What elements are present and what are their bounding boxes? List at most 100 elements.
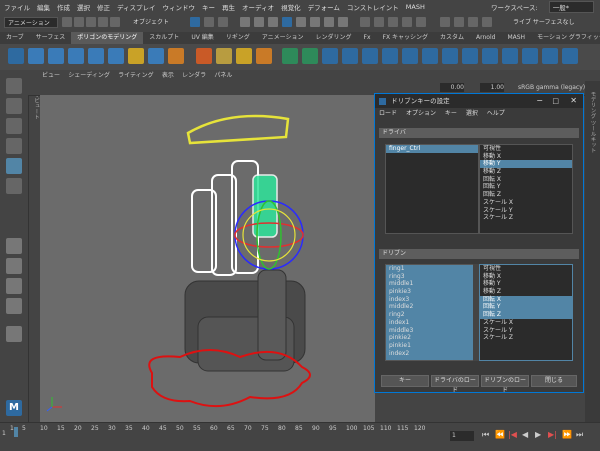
select-handles-icon[interactable]: [240, 17, 250, 27]
rotate-tool-icon[interactable]: [6, 158, 22, 174]
snap-plane-icon[interactable]: [402, 17, 412, 27]
poly-plane-icon[interactable]: [108, 48, 124, 64]
driven-object-item[interactable]: middle2: [386, 303, 478, 311]
live-surface-label[interactable]: ライブ サーフェスなし: [510, 17, 596, 28]
driven-object-item[interactable]: pinkie3: [386, 288, 478, 296]
shelf-tab-rigging[interactable]: リギング: [220, 32, 256, 44]
combine-icon[interactable]: [282, 48, 298, 64]
driven-object-item[interactable]: pinkie2: [386, 334, 478, 342]
driven-attr-item[interactable]: 回転 Z: [480, 311, 572, 319]
four-view-icon[interactable]: [6, 258, 22, 274]
save-scene-icon[interactable]: [86, 17, 96, 27]
driver-attr-item[interactable]: 回転 Y: [480, 183, 572, 191]
driven-object-item[interactable]: pinkie1: [386, 342, 478, 350]
shelf-tab-poly-modeling[interactable]: ポリゴンのモデリング: [71, 32, 144, 44]
driver-object-list[interactable]: finger_Ctrl: [385, 144, 479, 234]
select-surfaces-icon[interactable]: [282, 17, 292, 27]
go-to-start-icon[interactable]: ⏮: [482, 430, 489, 440]
select-misc-icon[interactable]: [338, 17, 348, 27]
time-slider[interactable]: 1 5 10 15 20 25 30 35 40 45 50 55 60 65 …: [0, 422, 600, 451]
snap-curve-icon[interactable]: [374, 17, 384, 27]
slide-edge-icon[interactable]: [542, 48, 558, 64]
persp-outliner-icon[interactable]: [6, 278, 22, 294]
new-scene-icon[interactable]: [62, 17, 72, 27]
load-driver-button[interactable]: ドライバのロード: [431, 375, 479, 394]
menu-file[interactable]: ファイル: [4, 2, 30, 12]
shelf-tab-arnold[interactable]: Arnold: [470, 32, 501, 44]
driven-object-item[interactable]: middle3: [386, 327, 478, 335]
finger-ctrl-curve[interactable]: [186, 114, 290, 145]
smooth-icon[interactable]: [322, 48, 338, 64]
driver-object-item[interactable]: finger_Ctrl: [386, 145, 478, 153]
workspace-select[interactable]: 一般*: [548, 1, 594, 13]
type-icon[interactable]: [216, 48, 232, 64]
poly-cone-icon[interactable]: [68, 48, 84, 64]
poly-cylinder-icon[interactable]: [48, 48, 64, 64]
driver-attr-item[interactable]: 可視性: [480, 145, 572, 153]
driven-attr-item[interactable]: 移動 Z: [480, 288, 572, 296]
select-deformations-icon[interactable]: [296, 17, 306, 27]
step-back-icon[interactable]: ⏪: [495, 430, 505, 439]
shelf-tab-motion-graphics[interactable]: モーション グラフィックス: [531, 32, 600, 44]
poly-sphere-icon[interactable]: [8, 48, 24, 64]
minimize-icon[interactable]: −: [536, 94, 543, 108]
driver-attr-item[interactable]: スケール Y: [480, 207, 572, 215]
redo-icon[interactable]: [110, 17, 120, 27]
shelf-tab-surfaces[interactable]: サーフェス: [30, 32, 72, 44]
shelf-tab-uv-editing[interactable]: UV 編集: [185, 32, 219, 44]
quad-draw-icon[interactable]: [522, 48, 538, 64]
persp-graph-icon[interactable]: [6, 298, 22, 314]
vp-menu-lighting[interactable]: ライティング: [118, 72, 154, 79]
menu-mash[interactable]: MASH: [406, 3, 425, 11]
shelf-tab-curves[interactable]: カーブ: [0, 32, 30, 44]
menu-create[interactable]: 作成: [57, 2, 70, 12]
vp-menu-show[interactable]: 表示: [162, 72, 174, 79]
menu-window[interactable]: ウィンドウ: [163, 2, 196, 12]
driven-object-item[interactable]: ring3: [386, 273, 478, 281]
menu-deform[interactable]: デフォーム: [308, 2, 340, 12]
driven-attr-item[interactable]: スケール X: [480, 319, 572, 327]
driven-object-item[interactable]: middle1: [386, 280, 478, 288]
vp-menu-panels[interactable]: パネル: [214, 72, 232, 79]
snap-point-icon[interactable]: [388, 17, 398, 27]
driver-attr-list[interactable]: 可視性 移動 X 移動 Y 移動 Z 回転 X 回転 Y 回転 Z スケール X…: [479, 144, 573, 234]
driver-attr-item[interactable]: スケール Z: [480, 214, 572, 222]
bevel-icon[interactable]: [422, 48, 438, 64]
render-icon[interactable]: [454, 17, 464, 27]
target-weld-icon[interactable]: [482, 48, 498, 64]
object-mode-label[interactable]: オブジェクト: [130, 17, 178, 28]
paint-select-tool-icon[interactable]: [6, 118, 22, 134]
driven-object-item[interactable]: index3: [386, 296, 478, 304]
dialog-menu-select[interactable]: 選択: [466, 110, 478, 117]
driven-attr-item[interactable]: 移動 Y: [480, 280, 572, 288]
connect-icon[interactable]: [502, 48, 518, 64]
select-joints-icon[interactable]: [254, 17, 264, 27]
driven-object-item[interactable]: index2: [386, 350, 478, 358]
driven-attr-item[interactable]: スケール Y: [480, 327, 572, 335]
menu-audio[interactable]: オーディオ: [242, 2, 274, 12]
snap-grid-icon[interactable]: [360, 17, 370, 27]
close-button[interactable]: 閉じる: [531, 375, 577, 387]
history-icon[interactable]: [440, 17, 450, 27]
menu-playback[interactable]: 再生: [222, 2, 235, 12]
ipr-render-icon[interactable]: [468, 17, 478, 27]
select-render-icon[interactable]: [324, 17, 334, 27]
shelf-tab-fx[interactable]: Fx: [358, 32, 377, 44]
single-view-icon[interactable]: [6, 238, 22, 254]
prev-key-icon[interactable]: |◀: [508, 430, 517, 439]
hierarchy-select-icon[interactable]: [190, 17, 200, 27]
attribute-side-label[interactable]: アトリビュート: [28, 81, 40, 201]
dialog-menu-load[interactable]: ロード: [379, 110, 397, 117]
menu-visualize[interactable]: 視覚化: [281, 2, 301, 12]
sweep-mesh-icon[interactable]: [196, 48, 212, 64]
viewport[interactable]: [40, 95, 375, 422]
driven-attr-item[interactable]: 回転 Y: [480, 303, 572, 312]
lasso-tool-icon[interactable]: [6, 98, 22, 114]
poly-torus-icon[interactable]: [88, 48, 104, 64]
menu-key[interactable]: キー: [202, 2, 215, 12]
shelf-tab-custom[interactable]: カスタム: [434, 32, 470, 44]
dialog-menu-key[interactable]: キー: [445, 110, 457, 117]
platonic-icon[interactable]: [148, 48, 164, 64]
driven-attr-item[interactable]: 可視性: [480, 265, 572, 273]
svg-icon[interactable]: [256, 48, 272, 64]
